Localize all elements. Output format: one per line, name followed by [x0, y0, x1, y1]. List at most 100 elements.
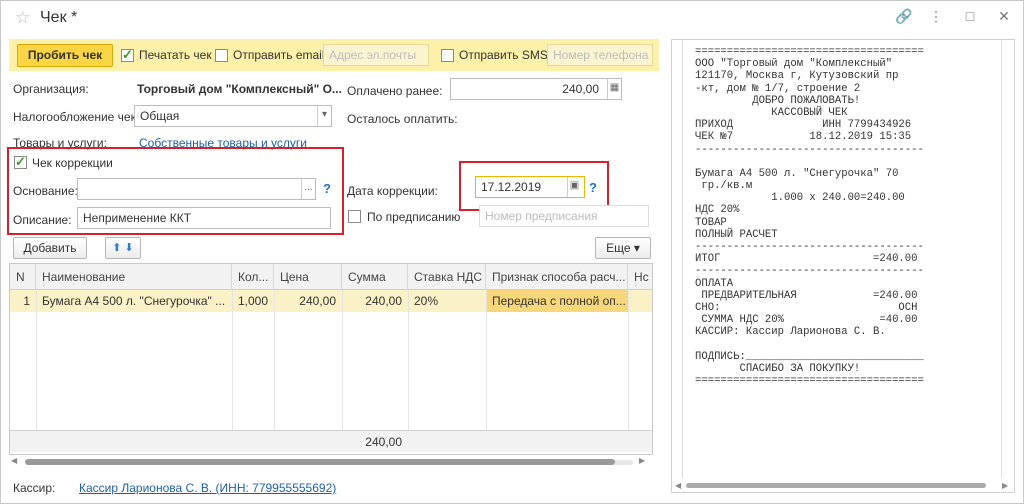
arrow-down-icon[interactable]: ⬇: [125, 242, 134, 254]
paid-label: Оплачено ранее:: [347, 84, 443, 98]
print-receipt-label: Печатать чек: [139, 48, 212, 62]
scroll-thumb[interactable]: [686, 483, 986, 488]
tax-label: Налогообложение чека:: [13, 110, 147, 124]
reason-help-icon[interactable]: ?: [323, 181, 331, 196]
reason-input[interactable]: [77, 178, 316, 200]
close-icon[interactable]: ✕: [997, 8, 1011, 25]
col-divider: [486, 290, 487, 430]
receipt-line: [695, 339, 1001, 351]
col-name[interactable]: Наименование: [36, 264, 232, 290]
toolbar: Пробить чек Печатать чек Отправить email…: [9, 39, 659, 71]
calculator-icon[interactable]: ▦: [607, 79, 621, 99]
add-button[interactable]: Добавить: [13, 237, 87, 259]
reason-label: Основание:: [13, 184, 78, 198]
col-method[interactable]: Признак способа расч...: [486, 264, 628, 290]
more-button[interactable]: Еще ▾: [595, 237, 651, 259]
receipt-line: ДОБРО ПОЖАЛОВАТЬ!: [695, 94, 861, 107]
receipt-line: СПАСИБО ЗА ПОКУПКУ!: [695, 362, 861, 375]
col-vat[interactable]: Ставка НДС: [408, 264, 486, 290]
receipt-line: ТОВАР: [695, 216, 727, 229]
org-label: Организация:: [13, 82, 89, 96]
punch-receipt-button[interactable]: Пробить чек: [17, 44, 113, 67]
receipt-line: ОПЛАТА: [695, 277, 734, 290]
col-divider: [628, 290, 629, 430]
window-controls: 🔗 ⋮ □ ✕: [895, 8, 1011, 25]
footer-sum: 240,00: [365, 435, 402, 449]
send-sms-label: Отправить SMS: [459, 48, 548, 62]
receipt-line: НДС 20%: [695, 204, 740, 217]
star-icon[interactable]: ☆: [15, 8, 30, 28]
correction-label: Чек коррекции: [32, 156, 113, 170]
table-footer: 240,00: [10, 430, 652, 452]
receipt-text: ==================================== ООО …: [682, 40, 1002, 478]
chevron-down-icon[interactable]: ▾: [317, 106, 331, 126]
table-row[interactable]: 1 Бумага А4 500 л. "Снегурочка" ... 1,00…: [10, 290, 652, 312]
cell-sum: 240,00: [365, 294, 402, 308]
receipt-line: гр./кв.м: [695, 180, 753, 193]
remain-label: Осталось оплатить:: [347, 112, 458, 126]
cell-price: 240,00: [299, 294, 336, 308]
receipt-line: ------------------------------------: [695, 143, 924, 156]
receipt-line: СНО: ОСН: [695, 301, 918, 314]
receipt-line: [695, 156, 1001, 168]
col-price[interactable]: Цена: [274, 264, 342, 290]
tax-select[interactable]: Общая: [134, 105, 332, 127]
col-divider: [274, 290, 275, 430]
paid-input[interactable]: 240,00: [450, 78, 622, 100]
scroll-left-icon[interactable]: ◀: [675, 481, 681, 490]
link-icon[interactable]: 🔗: [895, 8, 912, 25]
receipt-line: ПОДПИСЬ:____________________________: [695, 350, 924, 363]
arrow-up-icon[interactable]: ⬆: [112, 242, 121, 254]
table-scrollbar[interactable]: ◀ ▶: [9, 456, 653, 468]
desc-input[interactable]: Неприменение ККТ: [77, 207, 331, 229]
col-qty[interactable]: Кол...: [232, 264, 274, 290]
print-receipt-checkbox[interactable]: [121, 47, 134, 63]
reason-select-button[interactable]: ...: [301, 179, 315, 199]
col-extra[interactable]: Нс: [628, 264, 652, 290]
receipt-line: 1.000 x 240.00=240.00: [695, 192, 905, 205]
more-label: Еще: [606, 241, 631, 255]
table-header: N Наименование Кол... Цена Сумма Ставка …: [10, 264, 652, 290]
order-checkbox[interactable]: [348, 210, 361, 223]
receipt-line: КАССИР: Кассир Ларионова С. В.: [695, 326, 886, 339]
receipt-line: ПРЕДВАРИТЕЛЬНАЯ =240.00: [695, 289, 918, 302]
cell-name: Бумага А4 500 л. "Снегурочка" ...: [42, 294, 226, 308]
items-table: N Наименование Кол... Цена Сумма Ставка …: [9, 263, 653, 455]
calendar-icon[interactable]: ▣: [567, 177, 581, 197]
correction-checkbox[interactable]: [14, 154, 27, 170]
receipt-line: ------------------------------------: [695, 241, 924, 253]
scroll-right-icon[interactable]: ▶: [639, 456, 645, 465]
order-input[interactable]: Номер предписания: [479, 205, 649, 227]
receipt-line: ------------------------------------: [695, 265, 924, 278]
scroll-thumb[interactable]: [25, 459, 615, 465]
scroll-left-icon[interactable]: ◀: [11, 456, 17, 465]
move-up-down-buttons[interactable]: ⬆ ⬇: [105, 237, 141, 259]
org-value[interactable]: Торговый дом "Комплексный" О...: [137, 82, 342, 96]
receipt-line: ====================================: [695, 375, 924, 388]
col-sum[interactable]: Сумма: [342, 264, 408, 290]
scroll-right-icon[interactable]: ▶: [1002, 481, 1008, 490]
receipt-line: ПРИХОД ИНН 7799434926: [695, 119, 912, 132]
maximize-icon[interactable]: □: [963, 8, 977, 25]
send-sms-checkbox[interactable]: [441, 49, 454, 62]
date-label: Дата коррекции:: [347, 184, 438, 198]
col-n[interactable]: N: [10, 264, 36, 290]
col-divider: [408, 290, 409, 430]
cell-qty: 1,000: [238, 294, 269, 308]
email-input[interactable]: Адрес эл.почты: [323, 44, 429, 66]
cashier-link[interactable]: Кассир Ларионова С. В. (ИНН: 77995555569…: [79, 481, 336, 495]
col-divider: [36, 290, 37, 430]
receipt-scrollbar[interactable]: ◀ ▶: [672, 478, 1014, 492]
receipt-line: Бумага А4 500 л. "Снегурочка" 70: [695, 167, 899, 180]
receipt-line: ====================================: [695, 46, 924, 58]
send-email-checkbox[interactable]: [215, 49, 228, 62]
cell-method[interactable]: Передача с полной оп...: [486, 290, 628, 312]
col-divider: [232, 290, 233, 430]
receipt-line: КАССОВЫЙ ЧЕК: [695, 106, 848, 119]
phone-input[interactable]: Номер телефона: [547, 44, 653, 66]
receipt-line: СУММА НДС 20% =40.00: [695, 314, 918, 327]
more-vert-icon[interactable]: ⋮: [929, 8, 943, 25]
send-email-label: Отправить email: [233, 48, 325, 62]
date-help-icon[interactable]: ?: [589, 180, 597, 195]
desc-label: Описание:: [13, 213, 72, 227]
